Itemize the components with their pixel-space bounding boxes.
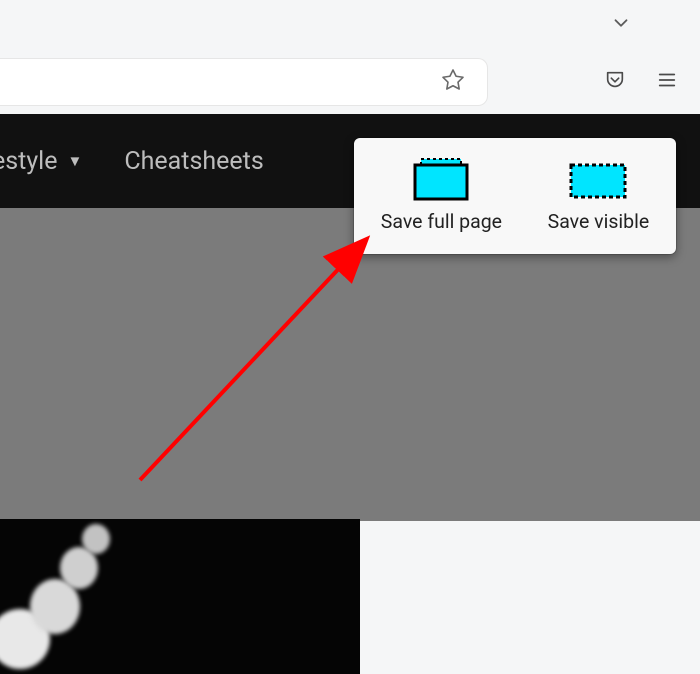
nav-item-label: estyle xyxy=(0,147,58,176)
save-full-page-label: Save full page xyxy=(381,210,502,233)
nav-item-cheatsheets[interactable]: Cheatsheets xyxy=(124,147,263,176)
full-page-icon xyxy=(407,160,475,202)
pocket-icon[interactable] xyxy=(598,63,632,101)
toolbar-right-icons xyxy=(598,63,684,101)
caret-down-icon: ▼ xyxy=(68,152,83,170)
bookmark-star-icon[interactable] xyxy=(437,64,469,100)
visible-area-icon xyxy=(564,160,632,202)
screenshot-extension-popup: Save full page Save visible xyxy=(354,138,676,254)
save-visible-button[interactable]: Save visible xyxy=(542,156,656,237)
hamburger-menu-icon[interactable] xyxy=(650,63,684,101)
nav-item-label: Cheatsheets xyxy=(124,147,263,176)
tab-overflow-chevron-icon[interactable] xyxy=(602,4,640,46)
browser-tab-strip xyxy=(0,0,700,50)
browser-toolbar xyxy=(0,50,700,114)
hero-image xyxy=(0,519,360,674)
address-bar[interactable] xyxy=(0,58,488,106)
save-visible-label: Save visible xyxy=(548,210,650,233)
save-full-page-button[interactable]: Save full page xyxy=(375,156,508,237)
nav-item-lifestyle[interactable]: estyle ▼ xyxy=(0,147,82,176)
page-hero-region xyxy=(0,208,700,521)
